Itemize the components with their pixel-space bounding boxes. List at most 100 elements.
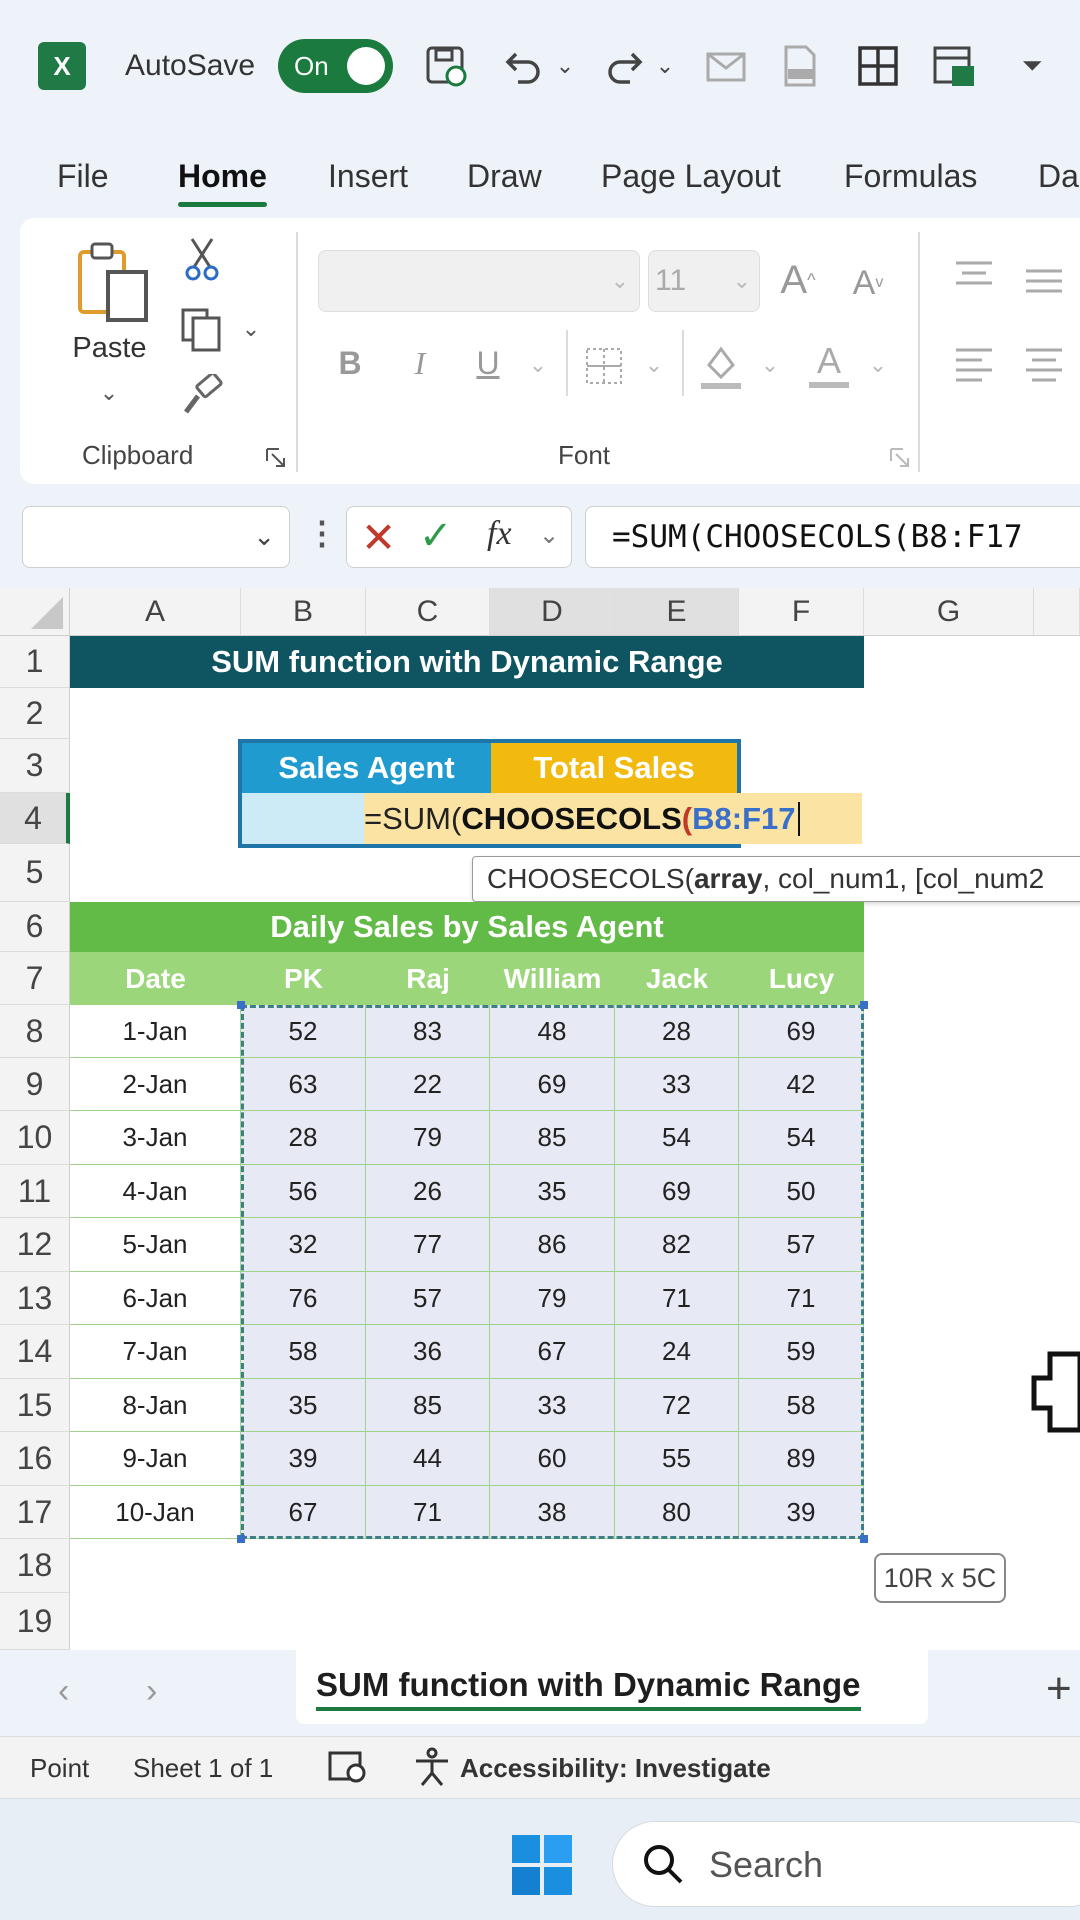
total-sales-header[interactable]: Total Sales bbox=[491, 743, 737, 793]
save-icon[interactable] bbox=[420, 42, 472, 90]
accessibility-status[interactable]: Accessibility: Investigate bbox=[460, 1753, 771, 1784]
align-top-icon[interactable] bbox=[952, 254, 996, 294]
selection-handle[interactable] bbox=[860, 1001, 868, 1009]
bold-button[interactable]: B bbox=[332, 342, 368, 384]
customize-toolbar-icon[interactable]: ⏷ bbox=[1006, 42, 1058, 90]
row-header-12[interactable]: 12 bbox=[0, 1218, 70, 1272]
tab-draw[interactable]: Draw bbox=[467, 158, 542, 195]
italic-button[interactable]: I bbox=[402, 342, 438, 384]
date-cell[interactable]: 7-Jan bbox=[70, 1325, 241, 1379]
table-header-cell[interactable]: Date bbox=[70, 952, 241, 1005]
date-cell[interactable]: 8-Jan bbox=[70, 1379, 241, 1432]
date-cell[interactable]: 5-Jan bbox=[70, 1218, 241, 1272]
column-header-h[interactable] bbox=[1034, 588, 1080, 636]
date-cell[interactable]: 10-Jan bbox=[70, 1486, 241, 1539]
align-middle-icon[interactable] bbox=[1022, 262, 1066, 302]
next-sheet-icon[interactable]: › bbox=[146, 1672, 157, 1711]
tab-data[interactable]: Da bbox=[1038, 158, 1079, 195]
selection-handle[interactable] bbox=[237, 1001, 245, 1009]
align-left-icon[interactable] bbox=[952, 344, 996, 384]
date-cell[interactable]: 6-Jan bbox=[70, 1272, 241, 1325]
row-header-18[interactable]: 18 bbox=[0, 1539, 70, 1593]
font-launcher-icon[interactable] bbox=[886, 444, 914, 472]
row-header-3[interactable]: 3 bbox=[0, 739, 70, 793]
selection-handle[interactable] bbox=[237, 1535, 245, 1543]
row-header-19[interactable]: 19 bbox=[0, 1593, 70, 1650]
autosave-toggle[interactable]: On bbox=[278, 39, 393, 93]
underline-dropdown-icon[interactable]: ⌄ bbox=[524, 350, 552, 380]
borders-dropdown-icon[interactable]: ⌄ bbox=[640, 350, 668, 380]
redo-icon[interactable] bbox=[598, 42, 650, 90]
column-header-g[interactable]: G bbox=[864, 588, 1034, 636]
tab-home[interactable]: Home bbox=[178, 158, 267, 207]
row-header-4[interactable]: 4 bbox=[0, 793, 70, 844]
sheet-tab-active[interactable]: SUM function with Dynamic Range bbox=[296, 1650, 928, 1724]
row-header-7[interactable]: 7 bbox=[0, 952, 70, 1005]
date-cell[interactable]: 1-Jan bbox=[70, 1005, 241, 1058]
row-header-14[interactable]: 14 bbox=[0, 1325, 70, 1379]
column-header-d[interactable]: D bbox=[490, 588, 615, 636]
pdf-icon[interactable] bbox=[774, 42, 826, 90]
row-header-9[interactable]: 9 bbox=[0, 1058, 70, 1111]
prev-sheet-icon[interactable]: ‹ bbox=[58, 1672, 69, 1711]
sheet-title-cell[interactable]: SUM function with Dynamic Range bbox=[70, 636, 864, 688]
copy-icon[interactable] bbox=[176, 304, 226, 354]
row-header-10[interactable]: 10 bbox=[0, 1111, 70, 1165]
increase-font-icon[interactable]: A ^ bbox=[776, 252, 820, 308]
row-header-8[interactable]: 8 bbox=[0, 1005, 70, 1058]
column-header-e[interactable]: E bbox=[615, 588, 739, 636]
windows-start-icon[interactable] bbox=[510, 1833, 574, 1897]
selection-handle[interactable] bbox=[860, 1535, 868, 1543]
add-sheet-icon[interactable]: + bbox=[1046, 1664, 1072, 1714]
fill-color-icon[interactable] bbox=[698, 340, 744, 392]
date-cell[interactable]: 9-Jan bbox=[70, 1432, 241, 1486]
tab-page-layout[interactable]: Page Layout bbox=[601, 158, 781, 195]
paste-label[interactable]: Paste bbox=[62, 332, 157, 365]
more-options-icon[interactable]: ⋮ bbox=[306, 514, 338, 558]
select-all-button[interactable] bbox=[0, 588, 70, 636]
name-box-dropdown-icon[interactable]: ⌄ bbox=[253, 521, 275, 552]
decrease-font-icon[interactable]: Av bbox=[846, 258, 890, 308]
underline-button[interactable]: U bbox=[470, 342, 506, 384]
align-center-icon[interactable] bbox=[1022, 344, 1066, 384]
name-box[interactable]: ⌄ bbox=[22, 506, 290, 568]
cancel-icon[interactable]: ✕ bbox=[361, 513, 396, 562]
table-header-cell[interactable]: Raj bbox=[366, 952, 490, 1005]
row-header-6[interactable]: 6 bbox=[0, 902, 70, 952]
font-name-dropdown[interactable]: ⌄ bbox=[318, 250, 640, 312]
undo-icon[interactable] bbox=[498, 42, 550, 90]
insert-function-button[interactable]: fx bbox=[487, 515, 512, 553]
paste-dropdown-icon[interactable]: ⌄ bbox=[92, 378, 126, 408]
clipboard-launcher-icon[interactable] bbox=[262, 444, 290, 472]
copy-dropdown-icon[interactable]: ⌄ bbox=[236, 314, 266, 344]
column-header-b[interactable]: B bbox=[241, 588, 366, 636]
tab-formulas[interactable]: Formulas bbox=[844, 158, 977, 195]
macro-record-icon[interactable] bbox=[328, 1749, 368, 1792]
row-header-13[interactable]: 13 bbox=[0, 1272, 70, 1325]
column-header-a[interactable]: A bbox=[70, 588, 241, 636]
daily-sales-title-cell[interactable]: Daily Sales by Sales Agent bbox=[70, 902, 864, 952]
tab-insert[interactable]: Insert bbox=[328, 158, 408, 195]
column-header-f[interactable]: F bbox=[739, 588, 864, 636]
formula-input[interactable]: =SUM(CHOOSECOLS(B8:F17 bbox=[585, 506, 1080, 568]
format-painter-icon[interactable] bbox=[178, 372, 226, 420]
function-tooltip[interactable]: CHOOSECOLS(array, col_num1, [col_num2 bbox=[472, 856, 1080, 902]
row-header-5[interactable]: 5 bbox=[0, 844, 70, 902]
fx-dropdown-icon[interactable]: ⌄ bbox=[539, 521, 559, 550]
table-header-cell[interactable]: Jack bbox=[615, 952, 739, 1005]
column-header-c[interactable]: C bbox=[366, 588, 490, 636]
formula-edit-cell[interactable]: =SUM(CHOOSECOLS(B8:F17 bbox=[364, 793, 862, 844]
accessibility-icon[interactable] bbox=[412, 1747, 452, 1794]
borders-button-icon[interactable] bbox=[582, 344, 626, 388]
row-header-11[interactable]: 11 bbox=[0, 1165, 70, 1218]
taskbar-search[interactable]: Search bbox=[612, 1821, 1080, 1907]
row-header-16[interactable]: 16 bbox=[0, 1432, 70, 1486]
table-header-cell[interactable]: PK bbox=[241, 952, 366, 1005]
row-header-1[interactable]: 1 bbox=[0, 636, 70, 688]
date-cell[interactable]: 4-Jan bbox=[70, 1165, 241, 1218]
table-header-cell[interactable]: William bbox=[490, 952, 615, 1005]
tab-file[interactable]: File bbox=[57, 158, 109, 195]
date-cell[interactable]: 3-Jan bbox=[70, 1111, 241, 1165]
row-header-15[interactable]: 15 bbox=[0, 1379, 70, 1432]
font-color-icon[interactable]: A bbox=[806, 338, 852, 390]
